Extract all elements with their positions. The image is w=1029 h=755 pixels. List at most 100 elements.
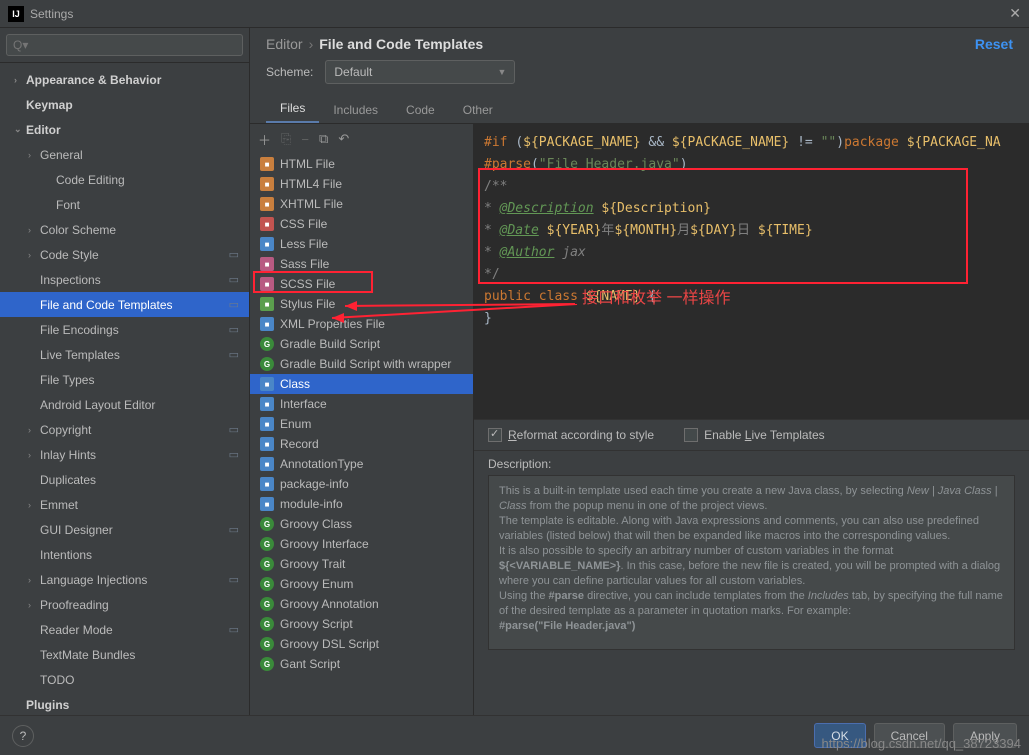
settings-item-inlay-hints[interactable]: ›Inlay Hints▭ (0, 442, 249, 467)
file-icon: G (260, 577, 274, 591)
settings-item-reader-mode[interactable]: Reader Mode▭ (0, 617, 249, 642)
settings-item-language-injections[interactable]: ›Language Injections▭ (0, 567, 249, 592)
settings-item-code-style[interactable]: ›Code Style▭ (0, 242, 249, 267)
revert-icon[interactable]: ↶ (338, 131, 349, 147)
tabs: FilesIncludesCodeOther (250, 96, 1029, 124)
copy-icon[interactable]: ⧉ (319, 131, 328, 147)
template-item[interactable]: GGroovy Class (250, 514, 473, 534)
template-item[interactable]: GGroovy Script (250, 614, 473, 634)
annotation-box-class (253, 271, 373, 293)
tab-other[interactable]: Other (449, 97, 507, 123)
file-icon: ■ (260, 177, 274, 191)
template-item[interactable]: ■HTML4 File (250, 174, 473, 194)
reset-link[interactable]: Reset (975, 36, 1013, 52)
settings-item-android-layout-editor[interactable]: Android Layout Editor (0, 392, 249, 417)
settings-item-copyright[interactable]: ›Copyright▭ (0, 417, 249, 442)
template-item[interactable]: GGradle Build Script with wrapper (250, 354, 473, 374)
scope-icon: ▭ (229, 248, 239, 261)
settings-item-file-types[interactable]: File Types (0, 367, 249, 392)
file-icon: ■ (260, 317, 274, 331)
template-item[interactable]: ■package-info (250, 474, 473, 494)
settings-item-code-editing[interactable]: Code Editing (0, 167, 249, 192)
template-item[interactable]: GGradle Build Script (250, 334, 473, 354)
chevron-icon: › (28, 600, 40, 610)
chevron-icon: › (14, 75, 26, 85)
chevron-down-icon: ▼ (497, 67, 506, 77)
settings-item-emmet[interactable]: ›Emmet (0, 492, 249, 517)
template-item[interactable]: ■CSS File (250, 214, 473, 234)
settings-tree[interactable]: ›Appearance & BehaviorKeymap⌄Editor›Gene… (0, 63, 249, 724)
template-item[interactable]: ■Enum (250, 414, 473, 434)
template-item[interactable]: GGroovy Annotation (250, 594, 473, 614)
tab-code[interactable]: Code (392, 97, 449, 123)
settings-item-keymap[interactable]: Keymap (0, 92, 249, 117)
file-icon: G (260, 617, 274, 631)
settings-item-inspections[interactable]: Inspections▭ (0, 267, 249, 292)
add-file-icon[interactable]: ⎘ (281, 131, 291, 147)
file-icon: G (260, 337, 274, 351)
template-item[interactable]: ■Record (250, 434, 473, 454)
chevron-right-icon: › (309, 36, 314, 52)
live-templates-checkbox[interactable]: Enable Live Templates (684, 428, 825, 442)
settings-item-editor[interactable]: ⌄Editor (0, 117, 249, 142)
settings-item-general[interactable]: ›General (0, 142, 249, 167)
file-icon: G (260, 597, 274, 611)
settings-item-todo[interactable]: TODO (0, 667, 249, 692)
settings-item-file-and-code-templates[interactable]: File and Code Templates▭ (0, 292, 249, 317)
close-icon[interactable]: ✕ (1009, 5, 1021, 22)
file-icon: G (260, 357, 274, 371)
help-button[interactable]: ? (12, 725, 34, 747)
template-item[interactable]: ■Less File (250, 234, 473, 254)
settings-item-color-scheme[interactable]: ›Color Scheme (0, 217, 249, 242)
template-item[interactable]: GGroovy Enum (250, 574, 473, 594)
file-icon: G (260, 517, 274, 531)
app-icon: IJ (8, 6, 24, 22)
add-template-icon[interactable]: ＋ (258, 130, 271, 149)
file-icon: ■ (260, 457, 274, 471)
breadcrumb-editor[interactable]: Editor (266, 36, 303, 52)
file-icon: ■ (260, 397, 274, 411)
settings-item-gui-designer[interactable]: GUI Designer▭ (0, 517, 249, 542)
code-editor[interactable]: #if (${PACKAGE_NAME} && ${PACKAGE_NAME} … (474, 124, 1029, 419)
settings-item-file-encodings[interactable]: File Encodings▭ (0, 317, 249, 342)
file-icon: ■ (260, 197, 274, 211)
template-item[interactable]: ■Stylus File (250, 294, 473, 314)
file-icon: ■ (260, 477, 274, 491)
template-item[interactable]: ■AnnotationType (250, 454, 473, 474)
template-item[interactable]: ■Interface (250, 394, 473, 414)
settings-item-intentions[interactable]: Intentions (0, 542, 249, 567)
template-item[interactable]: ■module-info (250, 494, 473, 514)
template-item[interactable]: ■HTML File (250, 154, 473, 174)
file-icon: ■ (260, 157, 274, 171)
template-item[interactable]: GGroovy Trait (250, 554, 473, 574)
scheme-select[interactable]: Default ▼ (325, 60, 515, 84)
annotation-text: 接口和枚举 一样操作 (582, 284, 730, 308)
remove-icon[interactable]: − (301, 132, 309, 147)
tab-files[interactable]: Files (266, 95, 319, 123)
template-item[interactable]: ■Class (250, 374, 473, 394)
template-item[interactable]: GGant Script (250, 654, 473, 674)
annotation-box-code (478, 168, 968, 284)
reformat-checkbox[interactable]: Reformat according to style (488, 428, 654, 442)
search-input[interactable] (6, 34, 243, 56)
settings-item-appearance-behavior[interactable]: ›Appearance & Behavior (0, 67, 249, 92)
file-icon: G (260, 657, 274, 671)
settings-item-plugins[interactable]: Plugins (0, 692, 249, 717)
tab-includes[interactable]: Includes (319, 97, 392, 123)
template-item[interactable]: GGroovy Interface (250, 534, 473, 554)
template-item[interactable]: GGroovy DSL Script (250, 634, 473, 654)
settings-item-textmate-bundles[interactable]: TextMate Bundles (0, 642, 249, 667)
file-icon: ■ (260, 437, 274, 451)
chevron-icon: › (28, 575, 40, 585)
file-icon: G (260, 557, 274, 571)
template-list[interactable]: ■HTML File■HTML4 File■XHTML File■CSS Fil… (250, 154, 473, 724)
template-item[interactable]: ■XHTML File (250, 194, 473, 214)
file-icon: G (260, 637, 274, 651)
settings-item-duplicates[interactable]: Duplicates (0, 467, 249, 492)
file-icon: ■ (260, 237, 274, 251)
template-item[interactable]: ■XML Properties File (250, 314, 473, 334)
settings-item-live-templates[interactable]: Live Templates▭ (0, 342, 249, 367)
settings-item-proofreading[interactable]: ›Proofreading (0, 592, 249, 617)
settings-item-font[interactable]: Font (0, 192, 249, 217)
main-panel: Editor › File and Code Templates Reset S… (250, 28, 1029, 724)
